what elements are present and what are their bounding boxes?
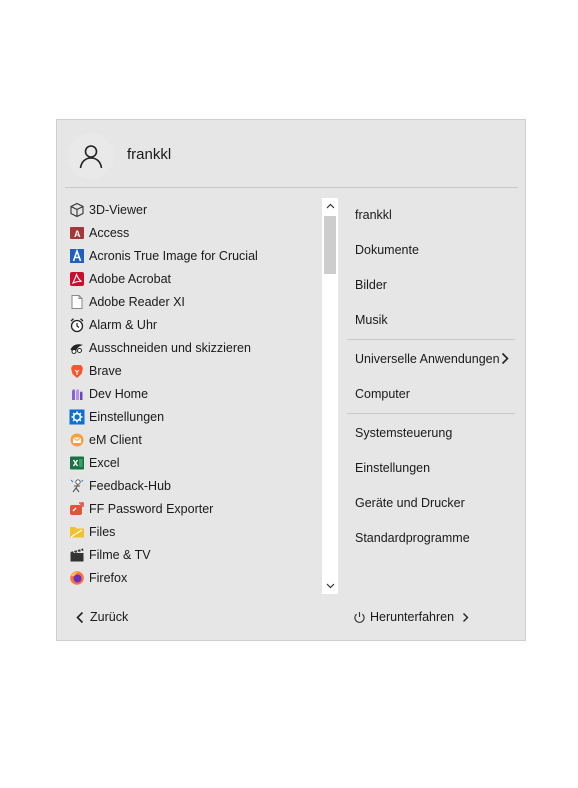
divider [347, 339, 515, 340]
app-item-dev-home[interactable]: Dev Home [65, 382, 321, 405]
app-item-3d-viewer[interactable]: 3D-Viewer [65, 198, 321, 221]
app-item-snip[interactable]: Ausschneiden und skizzieren [65, 336, 321, 359]
right-item-label: Dokumente [355, 242, 419, 257]
cube-icon [68, 201, 85, 218]
app-item-em-client[interactable]: eM Client [65, 428, 321, 451]
clapperboard-icon [68, 546, 85, 563]
app-list-scrollbar[interactable] [322, 198, 338, 594]
app-item-excel[interactable]: Excel [65, 451, 321, 474]
shutdown-button[interactable]: Herunterfahren [353, 610, 469, 624]
app-label: FF Password Exporter [89, 501, 214, 516]
right-item-label: Bilder [355, 277, 387, 292]
alarm-clock-icon [68, 316, 85, 333]
snip-icon [68, 339, 85, 356]
acronis-icon [68, 247, 85, 264]
right-item-musik[interactable]: Musik [347, 302, 515, 337]
dev-home-icon [68, 385, 85, 402]
feedback-icon [68, 477, 85, 494]
app-label: Firefox [89, 570, 128, 585]
app-item-adobe-reader[interactable]: Adobe Reader XI [65, 290, 321, 313]
right-item-universelle-anwendungen[interactable]: Universelle Anwendungen [347, 341, 515, 376]
svg-text:A: A [74, 229, 81, 239]
app-item-filme-tv[interactable]: Filme & TV [65, 543, 321, 566]
app-item-brave[interactable]: Brave [65, 359, 321, 382]
app-label: eM Client [89, 432, 142, 447]
app-item-access[interactable]: A Access [65, 221, 321, 244]
user-name[interactable]: frankkl [127, 146, 171, 163]
right-item-label: Einstellungen [355, 460, 431, 475]
access-icon: A [68, 224, 85, 241]
chevron-right-icon [501, 352, 509, 365]
app-item-feedback-hub[interactable]: Feedback-Hub [65, 474, 321, 497]
right-item-label: Standardprogramme [355, 530, 470, 545]
start-menu: frankkl 3D-Viewer A Access Acronis True … [56, 119, 526, 641]
app-item-firefox[interactable]: Firefox [65, 566, 321, 589]
brave-lion-icon [68, 362, 85, 379]
shutdown-label: Herunterfahren [370, 610, 455, 624]
chevron-up-icon [326, 203, 334, 209]
scroll-down-button[interactable] [322, 578, 338, 594]
app-label: Ausschneiden und skizzieren [89, 340, 251, 355]
scroll-thumb[interactable] [324, 216, 336, 274]
app-label: Brave [89, 363, 122, 378]
app-list: 3D-Viewer A Access Acronis True Image fo… [65, 198, 321, 594]
excel-icon [68, 454, 85, 471]
right-panel: frankkl Dokumente Bilder Musik Universel… [347, 197, 515, 555]
power-icon [354, 611, 365, 623]
right-item-bilder[interactable]: Bilder [347, 267, 515, 302]
chevron-right-icon[interactable] [462, 612, 469, 623]
app-item-acronis[interactable]: Acronis True Image for Crucial [65, 244, 321, 267]
gear-icon [68, 408, 85, 425]
right-item-systemsteuerung[interactable]: Systemsteuerung [347, 415, 515, 450]
app-label: Alarm & Uhr [89, 317, 158, 332]
app-label: Dev Home [89, 386, 149, 401]
right-item-standardprogramme[interactable]: Standardprogramme [347, 520, 515, 555]
back-button[interactable]: Zurück [76, 610, 128, 624]
right-item-label: Musik [355, 312, 388, 327]
app-item-files[interactable]: Files [65, 520, 321, 543]
right-item-geraete-drucker[interactable]: Geräte und Drucker [347, 485, 515, 520]
app-item-alarm[interactable]: Alarm & Uhr [65, 313, 321, 336]
app-item-ff-password-exporter[interactable]: FF Password Exporter [65, 497, 321, 520]
divider [65, 187, 518, 188]
chevron-down-icon [326, 583, 334, 589]
right-item-computer[interactable]: Computer [347, 376, 515, 411]
app-label: Adobe Reader XI [89, 294, 185, 309]
app-label: 3D-Viewer [89, 202, 148, 217]
app-label: Einstellungen [89, 409, 165, 424]
right-item-label: Computer [355, 386, 410, 401]
document-icon [68, 293, 85, 310]
export-icon [68, 500, 85, 517]
app-label: Access [89, 225, 130, 240]
divider [347, 413, 515, 414]
scroll-up-button[interactable] [322, 198, 338, 214]
app-label: Acronis True Image for Crucial [89, 248, 258, 263]
user-icon[interactable] [68, 133, 114, 179]
app-item-adobe-acrobat[interactable]: Adobe Acrobat [65, 267, 321, 290]
app-label: Feedback-Hub [89, 478, 171, 493]
firefox-icon [68, 569, 85, 586]
app-label: Adobe Acrobat [89, 271, 172, 286]
app-label: Excel [89, 455, 120, 470]
user-row[interactable]: frankkl [57, 120, 525, 188]
right-item-label: Systemsteuerung [355, 425, 453, 440]
back-label: Zurück [90, 610, 129, 624]
acrobat-icon [68, 270, 85, 287]
right-item-user-folder[interactable]: frankkl [347, 197, 515, 232]
right-item-einstellungen[interactable]: Einstellungen [347, 450, 515, 485]
right-item-dokumente[interactable]: Dokumente [347, 232, 515, 267]
right-item-label: frankkl [355, 207, 392, 222]
right-item-label: Universelle Anwendungen [355, 351, 500, 366]
folder-icon [68, 523, 85, 540]
chevron-left-icon [76, 611, 84, 623]
app-label: Files [89, 524, 116, 539]
app-item-einstellungen[interactable]: Einstellungen [65, 405, 321, 428]
right-item-label: Geräte und Drucker [355, 495, 465, 510]
mail-icon [68, 431, 85, 448]
app-label: Filme & TV [89, 547, 151, 562]
